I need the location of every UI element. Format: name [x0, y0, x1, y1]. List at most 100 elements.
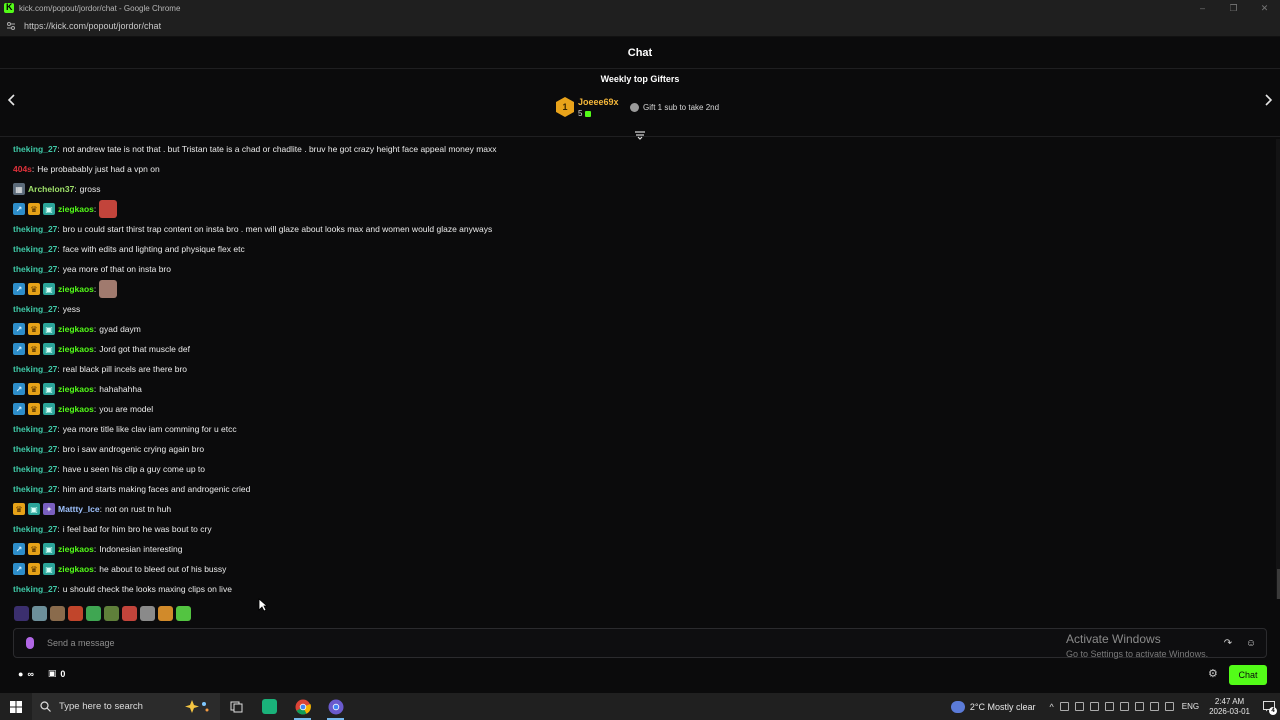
gold-badge-icon[interactable]: ♛ [28, 563, 40, 575]
message-username[interactable]: ziegkaos [58, 384, 94, 394]
chat-message[interactable]: theking_27: real black pill incels are th… [0, 359, 1276, 379]
chat-message[interactable]: theking_27: have u seen his clip a guy co… [0, 459, 1276, 479]
emoji-icon[interactable]: ☺ [1245, 638, 1257, 650]
chevron-left-icon[interactable] [5, 93, 19, 107]
message-username[interactable]: ziegkaos [58, 324, 94, 334]
blue-badge-icon[interactable]: ↗ [13, 203, 25, 215]
gold-badge-icon[interactable]: ♛ [28, 343, 40, 355]
message-username[interactable]: theking_27 [13, 484, 57, 494]
teal-badge-icon[interactable]: ▣ [43, 323, 55, 335]
language-indicator[interactable]: ENG [1182, 702, 1199, 711]
chat-message[interactable]: ↗ ♛ ▣ ziegkaos: hahahahha [0, 379, 1276, 399]
tray-app-icon[interactable] [1059, 702, 1069, 711]
message-username[interactable]: theking_27 [13, 244, 57, 254]
chat-message[interactable]: theking_27: i feel bad for him bro he was… [0, 519, 1276, 539]
sync-icon[interactable] [1104, 702, 1114, 711]
chat-message[interactable]: theking_27: yess [0, 299, 1276, 319]
chat-scrollbar[interactable] [1276, 139, 1280, 599]
chat-message[interactable]: ↗ ♛ ▣ ziegkaos: you are model [0, 399, 1276, 419]
network-icon[interactable] [1134, 702, 1144, 711]
quick-emote[interactable] [68, 606, 83, 621]
weather-widget[interactable]: 2°C Mostly clear [950, 700, 1036, 713]
chat-message[interactable]: 404s: He probabably just had a vpn on [0, 159, 1276, 179]
quick-emote[interactable] [86, 606, 101, 621]
message-username[interactable]: ziegkaos [58, 404, 94, 414]
chat-message[interactable]: ↗ ♛ ▣ ziegkaos: he about to bleed out of his… [0, 559, 1276, 579]
top-gifter-entry[interactable]: 1 Joeee69x 5 [556, 97, 619, 118]
minimize-icon[interactable]: – [1187, 0, 1218, 16]
chat-message[interactable]: theking_27: u should check the looks maxi… [0, 579, 1276, 599]
meet-icon[interactable] [1089, 702, 1099, 711]
quick-emote[interactable] [122, 606, 137, 621]
purple-badge-icon[interactable]: ✦ [43, 503, 55, 515]
quick-emote[interactable] [14, 606, 29, 621]
gold-badge-icon[interactable]: ♛ [28, 543, 40, 555]
gold-badge-icon[interactable]: ♛ [28, 403, 40, 415]
notification-center[interactable]: 4 [1258, 693, 1280, 720]
teal-badge-icon[interactable]: ▣ [43, 543, 55, 555]
message-username[interactable]: theking_27 [13, 224, 57, 234]
chat-message[interactable]: ↗ ♛ ▣ ziegkaos: [0, 279, 1276, 299]
teal-badge-icon[interactable]: ▣ [43, 283, 55, 295]
quick-emote[interactable] [32, 606, 47, 621]
chat-message[interactable]: theking_27: face with edits and lighting … [0, 239, 1276, 259]
message-username[interactable]: theking_27 [13, 584, 57, 594]
blue-badge-icon[interactable]: ↗ [13, 323, 25, 335]
message-username[interactable]: Archelon37 [28, 184, 74, 194]
chat-message[interactable]: ▦ Archelon37: gross [0, 179, 1276, 199]
chevron-right-icon[interactable] [1261, 93, 1275, 107]
message-username[interactable]: theking_27 [13, 524, 57, 534]
message-username[interactable]: theking_27 [13, 364, 57, 374]
gold-badge-icon[interactable]: ♛ [28, 283, 40, 295]
gold-badge-icon[interactable]: ♛ [28, 323, 40, 335]
blue-badge-icon[interactable]: ↗ [13, 403, 25, 415]
message-username[interactable]: ziegkaos [58, 544, 94, 554]
message-input[interactable] [47, 638, 947, 648]
quick-emote[interactable] [140, 606, 155, 621]
message-username[interactable]: theking_27 [13, 424, 57, 434]
message-username[interactable]: ziegkaos [58, 284, 94, 294]
message-username[interactable]: ziegkaos [58, 204, 94, 214]
blue-badge-icon[interactable]: ↗ [13, 383, 25, 395]
teal-badge-icon[interactable]: ▣ [43, 403, 55, 415]
chat-message[interactable]: ↗ ♛ ▣ ziegkaos: [0, 199, 1276, 219]
chat-message[interactable]: ↗ ♛ ▣ ziegkaos: Indonesian interesting [0, 539, 1276, 559]
gear-icon[interactable]: ⚙ [1208, 669, 1219, 680]
teal-badge-icon[interactable]: ▣ [43, 383, 55, 395]
chat-message[interactable]: ♛ ▣ ✦ Mattty_Ice: not on rust tn huh [0, 499, 1276, 519]
task-view-button[interactable] [220, 693, 253, 720]
teal-badge-icon[interactable]: ▣ [43, 343, 55, 355]
blue-badge-icon[interactable]: ↗ [13, 283, 25, 295]
chat-message[interactable]: theking_27: yea more title like clav iam … [0, 419, 1276, 439]
chat-message[interactable]: theking_27: not andrew tate is not that .… [0, 139, 1276, 159]
chat-message[interactable]: ↗ ♛ ▣ ziegkaos: Jord got that muscle def [0, 339, 1276, 359]
connections-button[interactable]: ● ∞ [18, 669, 34, 679]
taskbar-chrome[interactable] [286, 693, 319, 720]
message-username[interactable]: Mattty_Ice [58, 504, 100, 514]
restore-icon[interactable]: ❐ [1218, 0, 1249, 16]
chat-message[interactable]: theking_27: bro u could start thirst trap… [0, 219, 1276, 239]
chat-message[interactable]: ↗ ♛ ▣ ziegkaos: gyad daym [0, 319, 1276, 339]
blue-badge-icon[interactable]: ↗ [13, 343, 25, 355]
close-icon[interactable]: ✕ [1249, 0, 1280, 16]
taskbar-chrome-2[interactable] [319, 693, 352, 720]
send-chat-button[interactable]: Chat [1229, 665, 1267, 685]
message-username[interactable]: theking_27 [13, 464, 57, 474]
grey-badge-icon[interactable]: ▦ [13, 183, 25, 195]
mic-icon[interactable] [26, 637, 34, 649]
gold-badge-icon[interactable]: ♛ [28, 383, 40, 395]
site-settings-icon[interactable] [6, 21, 16, 31]
message-username[interactable]: ziegkaos [58, 564, 94, 574]
gold-badge-icon[interactable]: ♛ [28, 203, 40, 215]
volume-icon[interactable] [1119, 702, 1129, 711]
emote-image[interactable] [99, 200, 118, 218]
gold-badge-icon[interactable]: ♛ [13, 503, 25, 515]
emote-image[interactable] [99, 280, 118, 298]
teal-badge-icon[interactable]: ▣ [43, 563, 55, 575]
start-button[interactable] [0, 693, 32, 720]
taskbar-search[interactable]: Type here to search [32, 693, 220, 720]
message-username[interactable]: 404s [13, 164, 32, 174]
gift-counter[interactable]: ▣ 0 [48, 668, 66, 679]
message-username[interactable]: theking_27 [13, 264, 57, 274]
blue-badge-icon[interactable]: ↗ [13, 543, 25, 555]
